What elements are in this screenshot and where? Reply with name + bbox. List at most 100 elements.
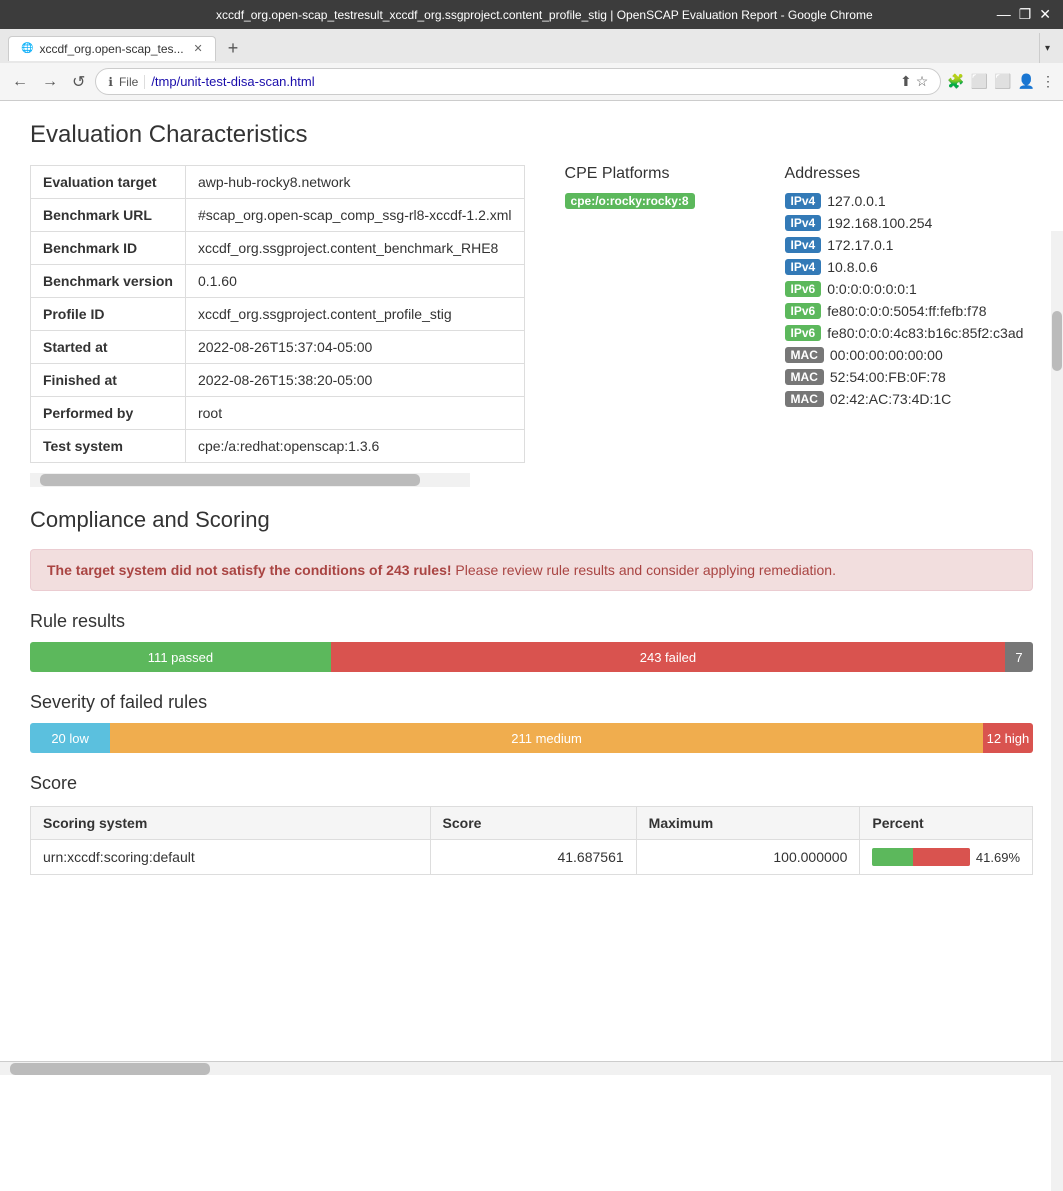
eval-label: Test system <box>31 430 186 463</box>
forward-button[interactable]: → <box>38 71 62 93</box>
bottom-scrollbar[interactable] <box>0 1061 1063 1075</box>
eval-value: root <box>185 397 524 430</box>
bottom-scrollbar-thumb[interactable] <box>10 1063 210 1075</box>
window-controls[interactable]: — ❐ ✕ <box>997 6 1051 23</box>
sev-medium-label: 211 medium <box>511 731 582 746</box>
bar-other: 7 <box>1005 642 1033 672</box>
addresses-list: IPv4 127.0.0.1 IPv4192.168.100.254 IPv4 172.… <box>785 193 1024 407</box>
horizontal-scrollbar-thumb[interactable] <box>40 474 420 486</box>
eval-value: xccdf_org.ssgproject.content_profile_sti… <box>185 298 524 331</box>
address-bar: ← → ↺ ℹ File ⬆ ☆ 🧩 ⬜ ⬜ 👤 ⋮ <box>0 63 1063 101</box>
info-grid: Evaluation targetawp-hub-rocky8.network B… <box>30 165 1033 463</box>
page-content: Evaluation Characteristics Evaluation ta… <box>0 101 1063 1061</box>
address-type-badge: MAC <box>785 347 824 363</box>
cast-button[interactable]: ⬜ <box>971 73 988 90</box>
address-value: 172.17.0.1 <box>827 237 893 253</box>
minimize-button[interactable]: — <box>997 6 1011 23</box>
rule-results-bar: 111 passed 243 failed 7 <box>30 642 1033 672</box>
table-row: Profile IDxccdf_org.ssgproject.content_p… <box>31 298 525 331</box>
tabs-dropdown-button[interactable]: ▾ <box>1039 33 1055 63</box>
failed-label: 243 failed <box>640 650 696 665</box>
eval-label: Benchmark version <box>31 265 186 298</box>
list-item: IPv410.8.0.6 <box>785 259 1024 275</box>
bookmark-button[interactable]: ☆ <box>916 73 929 90</box>
eval-label: Evaluation target <box>31 166 186 199</box>
extensions-button[interactable]: 🧩 <box>947 73 964 90</box>
menu-button[interactable]: ⋮ <box>1041 73 1055 90</box>
cpe-badge: cpe:/o:rocky:rocky:8 <box>565 193 695 209</box>
alert-strong-text: The target system did not satisfy the co… <box>47 562 452 578</box>
close-button[interactable]: ✕ <box>1039 6 1051 23</box>
percent-label: 41.69% <box>976 850 1020 865</box>
list-item: IPv4192.168.100.254 <box>785 215 1024 231</box>
browser-tab-active[interactable]: 🌐 xccdf_org.open-scap_tes... ✕ <box>8 36 216 61</box>
address-value: 52:54:00:FB:0F:78 <box>830 369 946 385</box>
profile-button[interactable]: 👤 <box>1018 73 1035 90</box>
table-row: Evaluation targetawp-hub-rocky8.network <box>31 166 525 199</box>
eval-label: Benchmark ID <box>31 232 186 265</box>
rule-results-title: Rule results <box>30 611 1033 632</box>
address-type-badge: MAC <box>785 369 824 385</box>
vertical-scrollbar[interactable] <box>1051 231 1063 1191</box>
address-type-badge: IPv4 <box>785 237 822 253</box>
table-row: Benchmark version0.1.60 <box>31 265 525 298</box>
address-input-container[interactable]: ℹ File ⬆ ☆ <box>95 68 941 95</box>
score-percent-cell: 41.69% <box>860 840 1033 875</box>
bar-passed: 111 passed <box>30 642 331 672</box>
security-icon: ℹ <box>108 75 113 89</box>
url-scheme-label: File <box>119 75 145 89</box>
score-title: Score <box>30 773 1033 794</box>
eval-value: #scap_org.open-scap_comp_ssg-rl8-xccdf-1… <box>185 199 524 232</box>
screenshot-button[interactable]: ⬜ <box>994 73 1011 90</box>
score-col-percent: Percent <box>860 807 1033 840</box>
back-button[interactable]: ← <box>8 71 32 93</box>
table-row: Performed byroot <box>31 397 525 430</box>
address-value: 02:42:AC:73:4D:1C <box>830 391 951 407</box>
address-type-badge: IPv6 <box>785 325 822 341</box>
eval-value: 2022-08-26T15:38:20-05:00 <box>185 364 524 397</box>
percent-bar-green <box>872 848 913 866</box>
table-row: Started at2022-08-26T15:37:04-05:00 <box>31 331 525 364</box>
address-input[interactable] <box>151 74 894 89</box>
percent-bar-container: 41.69% <box>872 848 1020 866</box>
score-col-system: Scoring system <box>31 807 431 840</box>
score-value-cell: 41.687561 <box>430 840 636 875</box>
new-tab-button[interactable]: + <box>220 34 247 63</box>
eval-label: Started at <box>31 331 186 364</box>
address-value: 0:0:0:0:0:0:0:1 <box>827 281 917 297</box>
eval-label: Profile ID <box>31 298 186 331</box>
address-value: 00:00:00:00:00:00 <box>830 347 943 363</box>
sev-low-bar: 20 low <box>30 723 110 753</box>
address-value: 127.0.0.1 <box>827 193 885 209</box>
cpe-platforms-list: cpe:/o:rocky:rocky:8 <box>565 193 745 209</box>
percent-bar-background <box>872 848 970 866</box>
bar-failed: 243 failed <box>331 642 1005 672</box>
vertical-scrollbar-thumb[interactable] <box>1052 311 1062 371</box>
addresses-section: Addresses IPv4127.0.0.1IPv4192.168.100.2… <box>785 165 1024 413</box>
list-item: IPv6 fe80:0:0:0:5054:ff:fefb:f78 <box>785 303 1024 319</box>
horizontal-scrollbar[interactable] <box>30 473 470 487</box>
eval-value: awp-hub-rocky8.network <box>185 166 524 199</box>
address-value: 192.168.100.254 <box>827 215 932 231</box>
score-max-cell: 100.000000 <box>636 840 860 875</box>
score-table: Scoring system Score Maximum Percent urn… <box>30 806 1033 875</box>
tab-close-button[interactable]: ✕ <box>194 42 203 55</box>
table-row: Finished at2022-08-26T15:38:20-05:00 <box>31 364 525 397</box>
compliance-alert: The target system did not satisfy the co… <box>30 549 1033 591</box>
browser-titlebar: xccdf_org.open-scap_testresult_xccdf_org… <box>0 0 1063 29</box>
share-button[interactable]: ⬆ <box>900 73 912 90</box>
address-type-badge: MAC <box>785 391 824 407</box>
maximize-button[interactable]: ❐ <box>1019 6 1032 23</box>
address-value: fe80:0:0:0:5054:ff:fefb:f78 <box>827 303 986 319</box>
reload-button[interactable]: ↺ <box>68 70 89 94</box>
list-item: cpe:/o:rocky:rocky:8 <box>565 193 745 209</box>
table-row: Benchmark IDxccdf_org.ssgproject.content… <box>31 232 525 265</box>
list-item: IPv6fe80:0:0:0:4c83:b16c:85f2:c3ad <box>785 325 1024 341</box>
sev-high-bar: 12 high <box>983 723 1033 753</box>
alert-suffix-text: Please review rule results and consider … <box>455 562 836 578</box>
address-type-badge: IPv4 <box>785 193 822 209</box>
severity-bar: 20 low 211 medium 12 high <box>30 723 1033 753</box>
other-label: 7 <box>1015 650 1022 665</box>
list-item: MAC 52:54:00:FB:0F:78 <box>785 369 1024 385</box>
address-type-badge: IPv6 <box>785 303 822 319</box>
